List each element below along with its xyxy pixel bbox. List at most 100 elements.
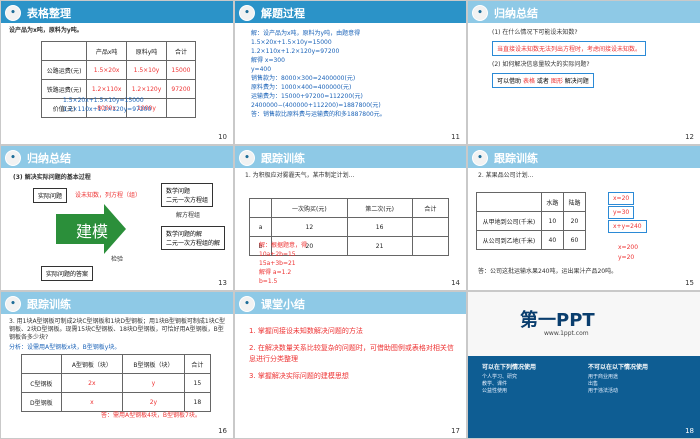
right-line: 用于违法活动 xyxy=(588,388,619,394)
table-header: 第二次(元) xyxy=(346,198,413,218)
answer-2-highlight-1: 表格 xyxy=(522,78,535,85)
label-solve: 解方程组 xyxy=(176,212,201,219)
answer-2-mid: 或者 xyxy=(536,78,549,85)
node-title: 数学问题的解 xyxy=(166,231,203,238)
section-icon: • xyxy=(239,296,255,312)
left-line: 教学、课件 xyxy=(482,381,508,387)
table-header: 合计 xyxy=(183,354,212,374)
slide-18[interactable]: 第一PPT www.1ppt.com 可以在下列情况使用 不可以在以下情况使用 … xyxy=(467,291,700,439)
table-cell: a xyxy=(248,217,273,237)
question-2: (2) 如何解决信息量较大的实际问题? xyxy=(492,61,590,68)
answer-1: 当直接设未知数无法列出方程时，考虑间接设未知数。 xyxy=(492,41,647,56)
left-line: 个人学习、研究 xyxy=(482,374,518,380)
slide-title: 表格整理 xyxy=(27,7,71,20)
summary-item: 2. 在解决数量关系比较复杂的问题时，可借助图例或表格对相关信息进行分类整理 xyxy=(249,344,454,363)
table-cell: 40 xyxy=(540,230,564,250)
table-cell xyxy=(411,217,450,237)
answer-text: 答：公司这批运输水果240吨，运出果汁产品20吨。 xyxy=(478,268,618,275)
table-cell: x xyxy=(60,392,124,412)
slide-header: • 归纳总结 xyxy=(5,150,71,166)
line: 2400000−(400000+112200)=1887800(元) xyxy=(251,102,381,109)
slide-title: 课堂小结 xyxy=(261,298,305,311)
answer-2-highlight-2: 图形 xyxy=(550,78,563,85)
table-cell: 16 xyxy=(346,217,413,237)
table-header xyxy=(248,198,273,218)
table-header: B型钢板（块） xyxy=(122,354,185,374)
slide-11[interactable]: • 解题过程 解：设产品为x吨，原料为y吨，由题意得 1.5×20x+1.5×1… xyxy=(234,0,467,145)
section-icon: • xyxy=(5,150,21,166)
question-1: (1) 在什么情况下可能设未知数? xyxy=(492,29,578,36)
table-header: 产品x吨 xyxy=(86,41,128,61)
slide-16[interactable]: • 跟踪训练 3. 用1块A型钢板可制成2块C型钢板和1块D型钢板；用1块B型钢… xyxy=(0,291,234,439)
table-header: 合计 xyxy=(165,41,197,61)
model-arrow-icon: 建模 xyxy=(56,204,126,254)
section-icon: • xyxy=(5,296,21,312)
equation-2: 1.2×110x+1.2×120y=97200 xyxy=(63,106,152,113)
center-label: 建模 xyxy=(76,222,108,241)
table-cell: 20 xyxy=(562,211,587,231)
table-cell: 2y xyxy=(122,392,185,412)
info-panel: 可以在下列情况使用 不可以在以下情况使用 个人学习、研究 教学、课件 公益性使用… xyxy=(468,356,700,438)
table-cell: 从公司到乙地(千米) xyxy=(476,230,542,250)
page-number: 10 xyxy=(218,133,227,141)
label-test: 检验 xyxy=(111,256,124,263)
line: 原料费为：1000×400=400000(元) xyxy=(251,84,352,91)
right-line: 出售 xyxy=(588,381,599,387)
page-number: 12 xyxy=(685,133,694,141)
table-header: 一次购买(元) xyxy=(271,198,348,218)
slide-15[interactable]: • 跟踪训练 2. 某果品公司计划... 水路 陆路 从甲地到公司(千米) 10… xyxy=(467,145,700,291)
node-title: 数学问题 xyxy=(166,188,191,195)
node-math-problem: 数学问题 二元一次方程组 xyxy=(161,183,214,207)
left-line: 公益性使用 xyxy=(482,388,508,394)
slide-12[interactable]: • 归纳总结 (1) 在什么情况下可能设未知数? 当直接设未知数无法列出方程时，… xyxy=(467,0,700,145)
right-col-title: 不可以在以下情况使用 xyxy=(588,364,649,371)
slide-14[interactable]: • 跟踪训练 1. 为积极应对雾霾天气，某市制定计划... 一次购买(元) 第二… xyxy=(234,145,467,291)
node-subtitle: 二元一次方程组的解 xyxy=(166,240,221,247)
problem-text: 1. 为积极应对雾霾天气，某市制定计划... xyxy=(245,172,355,179)
line: y=400 xyxy=(251,66,272,73)
section-icon: • xyxy=(239,150,255,166)
table-header: A型钢板（块） xyxy=(60,354,124,374)
slide-header: • 跟踪训练 xyxy=(239,150,305,166)
line: b=1.5 xyxy=(259,278,278,285)
table-cell: 从甲地到公司(千米) xyxy=(476,211,542,231)
slide-title: 跟踪训练 xyxy=(494,152,538,165)
table-header xyxy=(21,354,62,374)
line: 运输费为：15000+97200=112200(元) xyxy=(251,93,363,100)
brand-url: www.1ppt.com xyxy=(544,330,589,337)
summary-item: 1. 掌握间接设未知数解决问题的方法 xyxy=(249,327,363,335)
slide-17[interactable]: • 课堂小结 1. 掌握间接设未知数解决问题的方法 2. 在解决数量关系比较复杂… xyxy=(234,291,467,439)
line: 10a+2b=15 xyxy=(259,251,296,258)
problem-text: 3. 用1块A型钢板可制成2块C型钢板和1块D型钢板；用1块B型钢板可制成1块C… xyxy=(9,318,225,341)
node-answer: 实际问题的答案 xyxy=(41,266,94,281)
table-header: 水路 xyxy=(540,192,564,212)
slide-header: • 归纳总结 xyxy=(472,5,538,21)
summary-item: 3. 掌握解决实际问题的建模思想 xyxy=(249,372,349,380)
left-col-title: 可以在下列情况使用 xyxy=(482,364,537,371)
slide-header: • 课堂小结 xyxy=(239,296,305,312)
page-number: 18 xyxy=(685,427,694,435)
table-header: 合计 xyxy=(411,198,450,218)
section-icon: • xyxy=(472,5,488,21)
right-col-lines: 用于商业用途 出售 用于违法活动 xyxy=(588,374,618,395)
setup-text: 分析：设需用A型钢板x块，B型钢板y块。 xyxy=(9,344,121,351)
answer-value-1: x=200 xyxy=(618,244,639,251)
line: 解得 a=1.2 xyxy=(259,269,292,276)
table-cell: 97200 xyxy=(165,79,197,99)
answer-text: 答：需用A型钢板4块，B型钢板7块。 xyxy=(101,412,201,419)
line: 解：设产品为x吨，原料为y吨，由题意得 xyxy=(251,30,361,37)
page-number: 15 xyxy=(685,279,694,287)
table-cell: 1.5×20x xyxy=(86,60,128,80)
table-cell: 10 xyxy=(540,211,564,231)
slide-header: • 表格整理 xyxy=(5,5,71,21)
table-cell: 1.5×10y xyxy=(126,60,167,80)
line: 解：根据题意，得 xyxy=(259,242,308,249)
answer-2: 可以借助 表格 或者 图形 解决问题 xyxy=(492,73,594,88)
table-cell: 21 xyxy=(346,236,413,256)
table-cell: 60 xyxy=(562,230,587,250)
table-header xyxy=(476,192,542,212)
table-cell: y xyxy=(122,373,185,393)
slide-13[interactable]: • 归纳总结 (3) 解决实际问题的基本过程 实际问题 设未知数，列方程（组） … xyxy=(0,145,234,291)
slide-10[interactable]: • 表格整理 设产品为x吨，原料为y吨。 产品x吨 原料y吨 合计 公路运费(元… xyxy=(0,0,234,145)
page-number: 14 xyxy=(451,279,460,287)
